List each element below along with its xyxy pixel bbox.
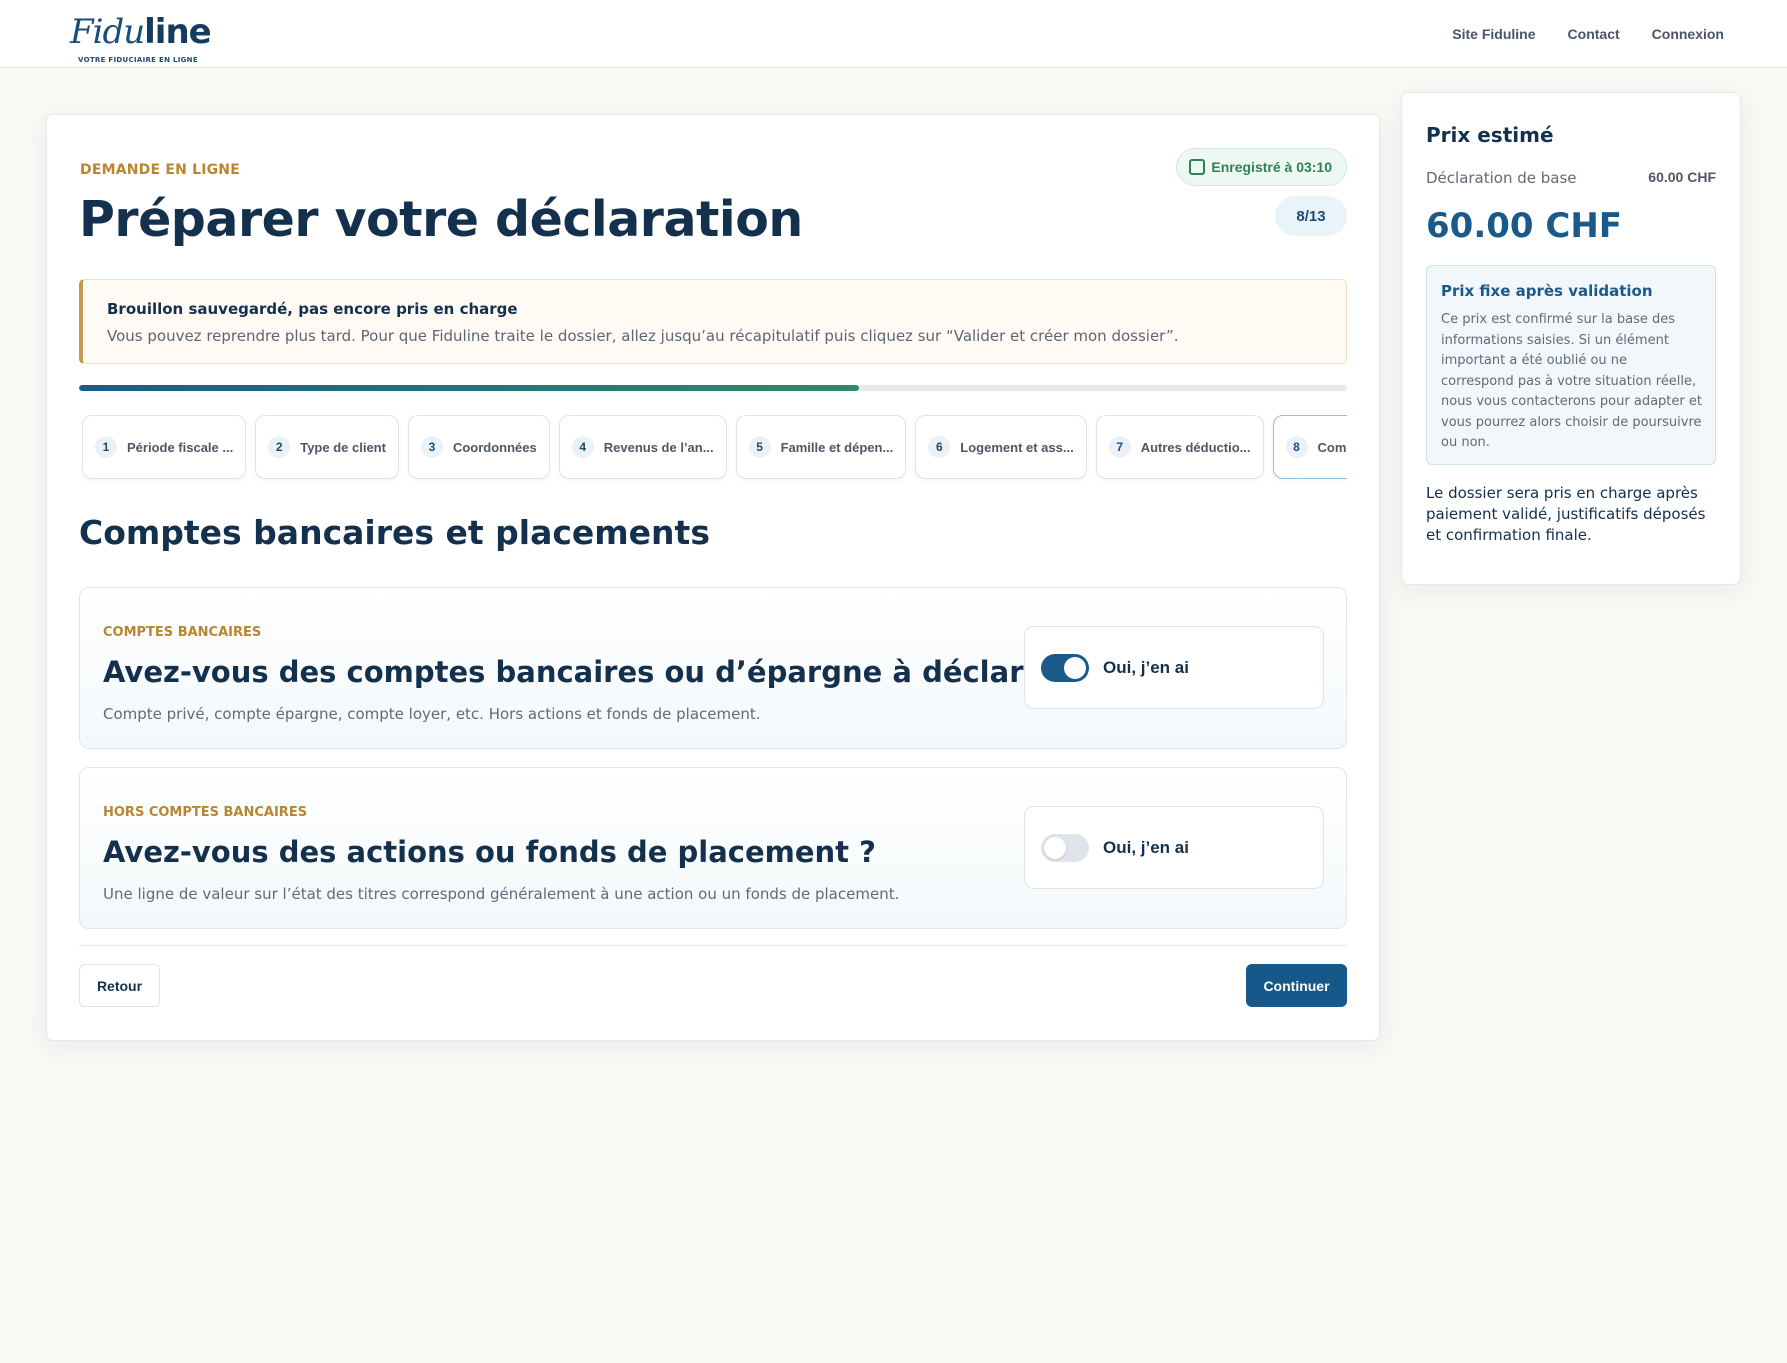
step-label: Période fiscale ...	[127, 439, 234, 455]
step-number: 1	[95, 436, 117, 458]
question-title: Avez-vous des actions ou fonds de placem…	[103, 835, 876, 869]
base-price-value: 60.00 CHF	[1648, 169, 1716, 185]
step-label: Autres déductio...	[1140, 439, 1251, 455]
securities-toggle-option[interactable]: Oui, j’en ai	[1024, 806, 1324, 889]
continue-button[interactable]: Continuer	[1246, 964, 1347, 1007]
step-number: 5	[748, 436, 771, 458]
declaration-form-card: DEMANDE EN LIGNE Préparer votre déclarat…	[46, 114, 1380, 1041]
base-price-label: Déclaration de base	[1426, 169, 1577, 187]
toggle-knob	[1044, 836, 1066, 859]
step-label: Coordonnées	[452, 439, 537, 455]
question-card-bank-accounts: COMPTES BANCAIRES Avez-vous des comptes …	[79, 587, 1347, 749]
step-tab-7[interactable]: 7 Autres déductio...	[1095, 415, 1264, 479]
logo-wordmark: Fiduline	[70, 12, 212, 52]
question-eyebrow: HORS COMPTES BANCAIRES	[103, 805, 308, 820]
step-label: Logement et ass...	[960, 439, 1074, 455]
fixed-price-info: Prix fixe après validation Ce prix est c…	[1426, 265, 1716, 465]
step-tab-2[interactable]: 2 Type de client	[255, 415, 399, 479]
step-number: 7	[1108, 436, 1131, 458]
step-number: 2	[268, 436, 291, 458]
nav-link-site[interactable]: Site Fiduline	[1452, 26, 1535, 42]
question-title: Avez-vous des comptes bancaires ou d’épa…	[103, 655, 1085, 689]
step-label: Revenus de l’an...	[603, 439, 714, 455]
saved-status-badge: Enregistré à 03:10	[1176, 148, 1347, 186]
bank-accounts-toggle[interactable]	[1041, 653, 1089, 682]
step-tab-6[interactable]: 6 Logement et ass...	[915, 415, 1087, 479]
nav-link-login[interactable]: Connexion	[1652, 26, 1724, 42]
fixed-price-title: Prix fixe après validation	[1441, 282, 1653, 300]
price-title: Prix estimé	[1426, 123, 1554, 147]
question-eyebrow: COMPTES BANCAIRES	[103, 625, 262, 640]
step-number: 6	[928, 436, 951, 458]
notice-title: Brouillon sauvegardé, pas encore pris en…	[107, 300, 518, 318]
page-title: Préparer votre déclaration	[79, 191, 803, 248]
securities-toggle[interactable]	[1041, 833, 1089, 862]
step-tab-3[interactable]: 3 Coordonnées	[407, 415, 550, 479]
question-help: Compte privé, compte épargne, compte loy…	[103, 705, 761, 723]
step-navigation[interactable]: 1 Période fiscale ... 2 Type de client 3 Co…	[79, 414, 1347, 488]
total-price: 60.00 CHF	[1426, 206, 1623, 246]
footer-divider	[79, 945, 1347, 946]
back-button[interactable]: Retour	[79, 964, 160, 1007]
price-estimate-card: Prix estimé Déclaration de base 60.00 CH…	[1401, 92, 1741, 585]
toggle-label: Oui, j’en ai	[1103, 837, 1189, 857]
notice-text: Vous pouvez reprendre plus tard. Pour qu…	[107, 327, 1179, 345]
step-number: 4	[571, 436, 594, 458]
question-card-securities: HORS COMPTES BANCAIRES Avez-vous des act…	[79, 767, 1347, 929]
step-tab-1[interactable]: 1 Période fiscale ...	[82, 415, 247, 479]
form-eyebrow: DEMANDE EN LIGNE	[80, 162, 240, 178]
saved-status-text: Enregistré à 03:10	[1211, 159, 1332, 175]
step-counter-badge: 8/13	[1275, 196, 1347, 236]
step-tab-5[interactable]: 5 Famille et dépen...	[735, 415, 907, 479]
section-title: Comptes bancaires et placements	[79, 513, 710, 552]
price-note: Le dossier sera pris en charge après pai…	[1426, 484, 1706, 544]
step-label: Type de client	[300, 439, 386, 455]
step-tab-4[interactable]: 4 Revenus de l’an...	[558, 415, 727, 479]
step-label: Famille et dépen...	[780, 439, 894, 455]
draft-notice: Brouillon sauvegardé, pas encore pris en…	[79, 279, 1347, 364]
step-number: 3	[420, 436, 443, 458]
toggle-label: Oui, j’en ai	[1103, 657, 1189, 677]
question-help: Une ligne de valeur sur l’état des titre…	[103, 885, 900, 903]
progress-bar-fill	[79, 385, 859, 391]
fiduline-logo[interactable]: Fiduline VOTRE FIDUCIAIRE EN LIGNE	[70, 12, 212, 64]
progress-bar	[79, 385, 1347, 391]
checkbox-icon	[1189, 159, 1206, 175]
toggle-knob	[1064, 656, 1086, 679]
step-number: 8	[1285, 436, 1308, 458]
logo-tagline: VOTRE FIDUCIAIRE EN LIGNE	[78, 56, 198, 64]
fixed-price-text: Ce prix est confirmé sur la base des inf…	[1441, 312, 1702, 450]
nav-link-contact[interactable]: Contact	[1568, 26, 1620, 42]
header-nav: Site Fiduline Contact Connexion	[1452, 26, 1724, 42]
bank-accounts-toggle-option[interactable]: Oui, j’en ai	[1024, 626, 1324, 709]
top-navbar: Fiduline VOTRE FIDUCIAIRE EN LIGNE Site …	[0, 0, 1787, 68]
step-label: Comptes bancaires	[1317, 439, 1348, 455]
step-tab-8[interactable]: 8 Comptes bancaires	[1272, 415, 1348, 479]
